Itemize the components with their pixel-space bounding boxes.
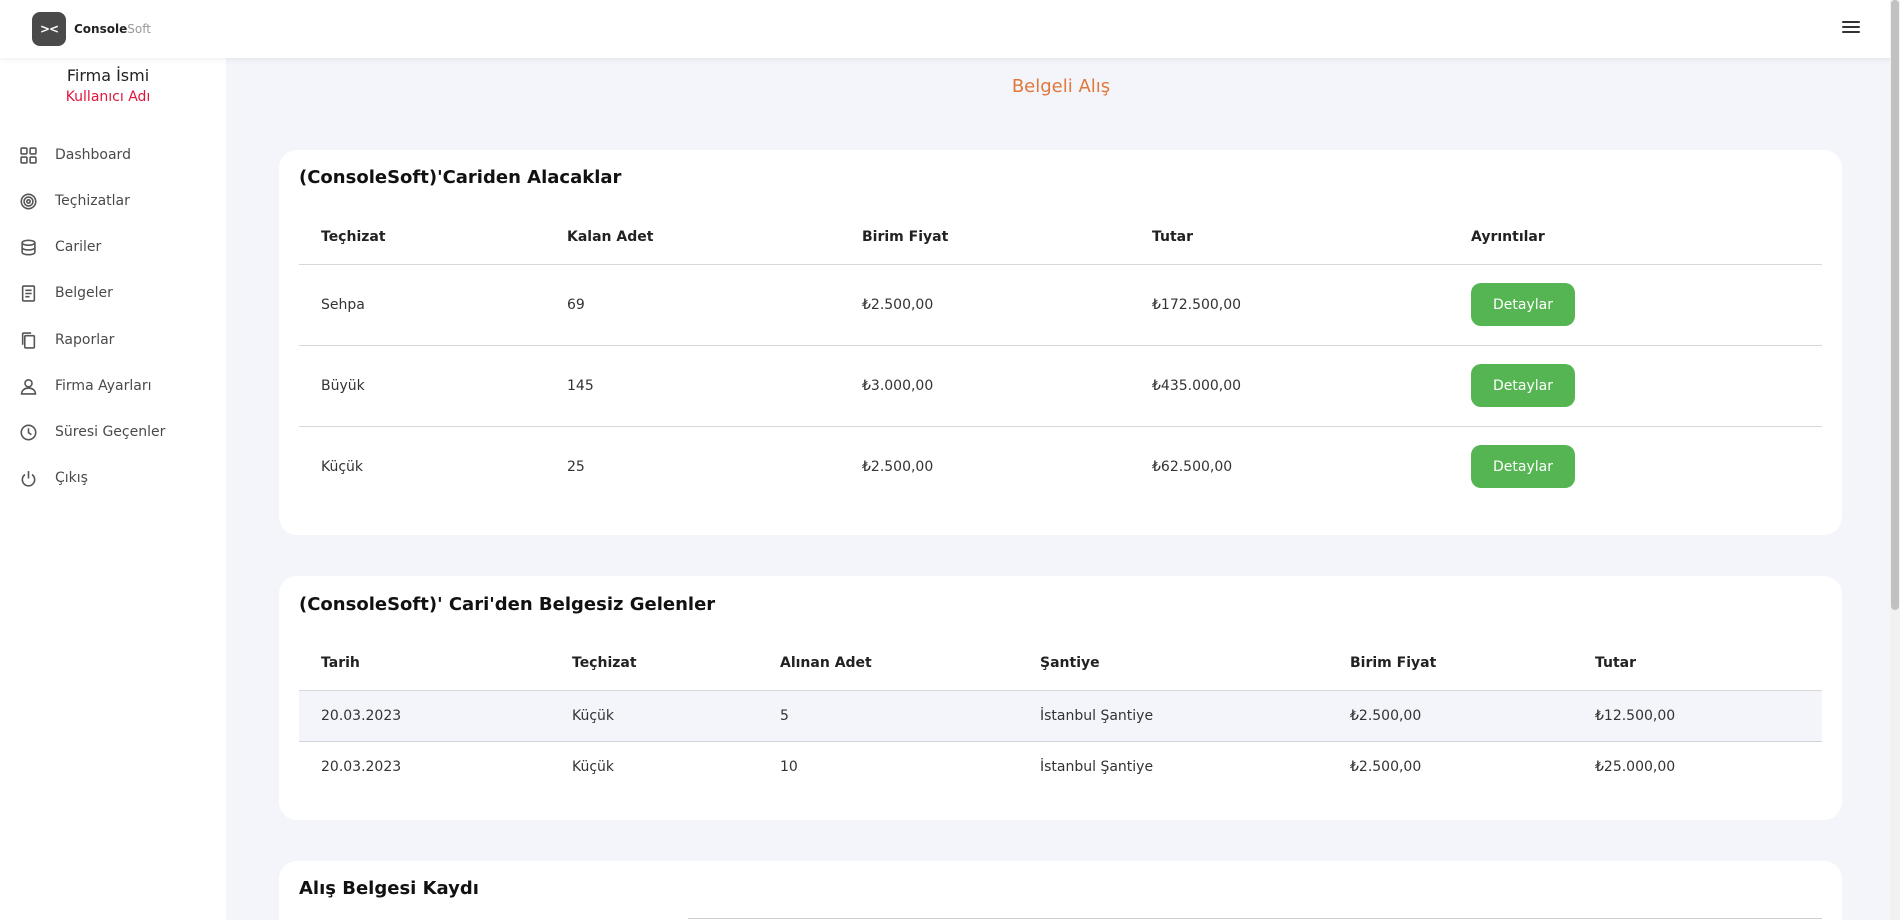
cell-unit-price: ₺2.500,00 xyxy=(862,458,934,475)
table-row: Küçük 25 ₺2.500,00 ₺62.500,00 Detaylar xyxy=(299,426,1822,507)
receivables-table: Teçhizat Kalan Adet Birim Fiyat Tutar Ay… xyxy=(299,210,1822,507)
column-header-kalan-adet: Kalan Adet xyxy=(545,210,840,265)
cell-item: Sehpa xyxy=(299,264,545,346)
brand-logo[interactable]: >< ConsoleSoft xyxy=(32,12,151,46)
top-navbar: >< ConsoleSoft xyxy=(0,0,1900,58)
column-header-santiye: Şantiye xyxy=(1018,636,1328,691)
purchase-record-title: Alış Belgesi Kaydı xyxy=(299,878,479,899)
sidebar-item-techizatlar[interactable]: Teçhizatlar xyxy=(20,186,130,216)
cell-qty: 10 xyxy=(780,758,798,775)
cell-qty: 25 xyxy=(567,458,585,475)
sidebar-item-belgeler[interactable]: Belgeler xyxy=(20,278,113,308)
column-header-tutar: Tutar xyxy=(1130,210,1449,265)
column-header-tutar: Tutar xyxy=(1573,636,1822,691)
cell-item: Büyük xyxy=(299,345,545,427)
table-row: 20.03.2023 Küçük 5 İstanbul Şantiye ₺2.5… xyxy=(299,690,1822,742)
sidebar-item-label: Dashboard xyxy=(55,147,131,163)
page-title: Belgeli Alış xyxy=(1011,76,1111,97)
sidebar-item-cariler[interactable]: Cariler xyxy=(20,232,101,262)
cell-qty: 145 xyxy=(545,345,840,427)
cell-action: Detaylar xyxy=(1449,426,1822,507)
cell-item: Küçük xyxy=(550,690,758,742)
sidebar-item-raporlar[interactable]: Raporlar xyxy=(20,325,114,355)
cell-date: 20.03.2023 xyxy=(299,690,550,742)
form-field-border xyxy=(688,918,1822,919)
table-header-row: Teçhizat Kalan Adet Birim Fiyat Tutar Ay… xyxy=(299,210,1822,265)
cell-action: Detaylar xyxy=(1449,264,1822,346)
logo-text-light: Soft xyxy=(127,22,151,36)
logo-text-bold: Console xyxy=(74,22,128,36)
logo-mark: >< xyxy=(32,12,66,46)
undocumented-title: (ConsoleSoft)' Cari'den Belgesiz Gelenle… xyxy=(299,594,716,615)
user-name: Kullanıcı Adı xyxy=(65,89,151,105)
cell-unit-price: ₺2.500,00 xyxy=(1350,758,1422,775)
details-button[interactable]: Detaylar xyxy=(1471,445,1575,489)
sidebar: Firma İsmi Kullanıcı Adı Dashboard Teçhi… xyxy=(0,58,226,920)
hamburger-menu-icon[interactable] xyxy=(1842,21,1860,35)
sidebar-item-suresi-gecenler[interactable]: Süresi Geçenler xyxy=(20,417,165,447)
scrollbar-thumb[interactable] xyxy=(1891,0,1899,610)
cell-total: ₺172.500,00 xyxy=(1130,264,1449,346)
undocumented-table: Tarih Teçhizat Alınan Adet Şantiye Birim… xyxy=(299,636,1822,792)
sidebar-item-label: Süresi Geçenler xyxy=(55,424,166,440)
cell-site: İstanbul Şantiye xyxy=(1040,758,1154,775)
table-row: Sehpa 69 ₺2.500,00 ₺172.500,00 Detaylar xyxy=(299,264,1822,346)
column-header-alinan-adet: Alınan Adet xyxy=(758,636,1018,691)
undocumented-card: (ConsoleSoft)' Cari'den Belgesiz Gelenle… xyxy=(279,576,1842,820)
sidebar-item-dashboard[interactable]: Dashboard xyxy=(20,140,131,170)
details-button[interactable]: Detaylar xyxy=(1471,364,1575,407)
cell-total: ₺12.500,00 xyxy=(1573,690,1822,742)
page-scrollbar[interactable] xyxy=(1890,0,1900,920)
grid-icon xyxy=(20,146,37,164)
details-button[interactable]: Detaylar xyxy=(1471,283,1575,326)
sidebar-item-label: Cariler xyxy=(55,239,102,255)
cell-qty: 5 xyxy=(758,690,1018,742)
column-header-techizat: Teçhizat xyxy=(550,636,758,691)
sidebar-item-label: Teçhizatlar xyxy=(55,193,130,209)
cell-total: ₺25.000,00 xyxy=(1595,758,1676,775)
table-row: Büyük 145 ₺3.000,00 ₺435.000,00 Detaylar xyxy=(299,345,1822,427)
cell-item: Küçük xyxy=(572,758,615,775)
receivables-title: (ConsoleSoft)'Cariden Alacaklar xyxy=(299,167,622,188)
column-header-birim-fiyat: Birim Fiyat xyxy=(1328,636,1573,691)
column-header-techizat: Teçhizat xyxy=(299,210,545,265)
column-header-ayrintilar: Ayrıntılar xyxy=(1449,210,1822,265)
logo-text: ConsoleSoft xyxy=(74,22,151,36)
power-icon xyxy=(21,470,36,487)
target-icon xyxy=(20,192,37,210)
sidebar-item-cikis[interactable]: Çıkış xyxy=(20,463,88,493)
cell-qty: 69 xyxy=(545,264,840,346)
sidebar-item-label: Belgeler xyxy=(55,285,113,301)
sidebar-item-label: Raporlar xyxy=(55,332,115,348)
cell-unit-price: ₺3.000,00 xyxy=(840,345,1130,427)
clock-icon xyxy=(20,423,37,441)
purchase-record-card: Alış Belgesi Kaydı xyxy=(279,861,1842,920)
user-icon xyxy=(20,378,37,395)
document-icon xyxy=(21,284,36,302)
cell-total: ₺62.500,00 xyxy=(1152,458,1233,475)
column-header-tarih: Tarih xyxy=(299,636,550,691)
cell-action: Detaylar xyxy=(1449,345,1822,427)
cell-total: ₺435.000,00 xyxy=(1130,345,1449,427)
table-row: 20.03.2023 Küçük 10 İstanbul Şantiye ₺2.… xyxy=(299,741,1822,792)
sidebar-item-firma-ayarlari[interactable]: Firma Ayarları xyxy=(20,371,151,401)
column-header-birim-fiyat: Birim Fiyat xyxy=(840,210,1130,265)
sidebar-item-label: Çıkış xyxy=(55,470,88,486)
database-icon xyxy=(21,238,36,256)
receivables-card: (ConsoleSoft)'Cariden Alacaklar Teçhizat… xyxy=(279,150,1842,535)
cell-unit-price: ₺2.500,00 xyxy=(840,264,1130,346)
firm-name: Firma İsmi xyxy=(66,66,150,85)
sidebar-item-label: Firma Ayarları xyxy=(55,378,152,394)
table-header-row: Tarih Teçhizat Alınan Adet Şantiye Birim… xyxy=(299,636,1822,691)
cell-date: 20.03.2023 xyxy=(321,758,402,775)
cell-item: Küçük xyxy=(321,458,364,475)
cell-site: İstanbul Şantiye xyxy=(1018,690,1328,742)
copy-icon xyxy=(21,331,36,349)
cell-unit-price: ₺2.500,00 xyxy=(1328,690,1573,742)
